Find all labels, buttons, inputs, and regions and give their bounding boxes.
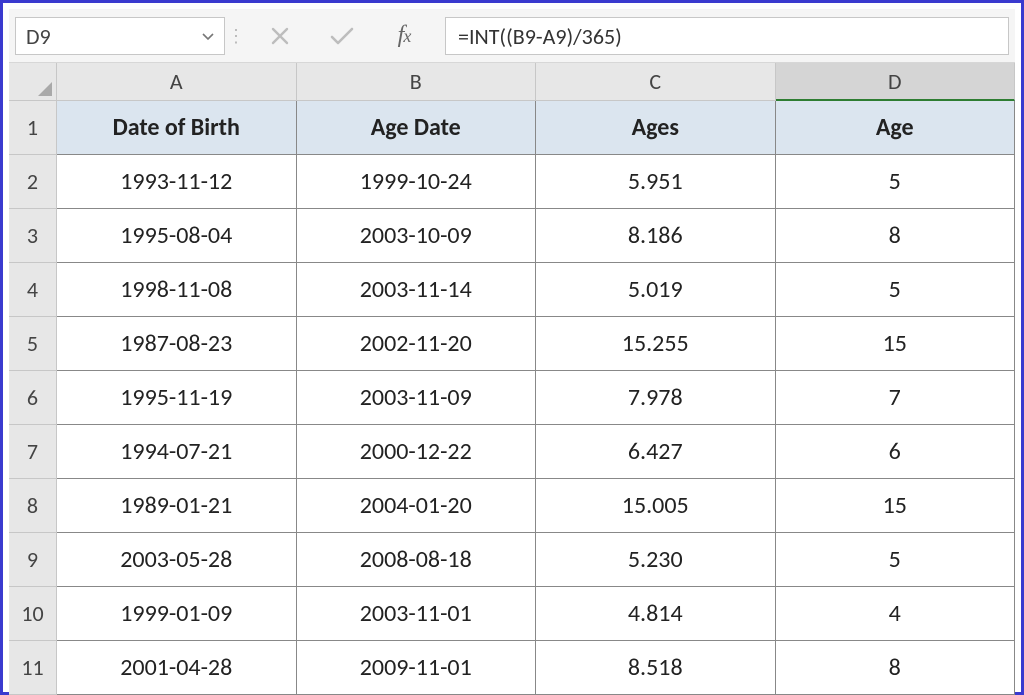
cell[interactable]: 5 bbox=[776, 263, 1016, 317]
cell[interactable]: 2003-11-09 bbox=[297, 371, 537, 425]
table-row: 9 2003-05-28 2008-08-18 5.230 5 bbox=[9, 533, 1015, 587]
table-row: 1 Date of Birth Age Date Ages Age bbox=[9, 101, 1015, 155]
row-header[interactable]: 3 bbox=[9, 209, 57, 263]
cell[interactable]: 4 bbox=[776, 587, 1016, 641]
table-row: 8 1989-01-21 2004-01-20 15.005 15 bbox=[9, 479, 1015, 533]
insert-function-button[interactable]: fx bbox=[387, 19, 421, 53]
cell[interactable]: 15 bbox=[776, 479, 1016, 533]
cell[interactable]: 4.814 bbox=[536, 587, 776, 641]
table-row: 7 1994-07-21 2000-12-22 6.427 6 bbox=[9, 425, 1015, 479]
enter-icon[interactable] bbox=[325, 19, 359, 53]
grid-rows: 1 Date of Birth Age Date Ages Age 2 1993… bbox=[9, 101, 1015, 695]
cell[interactable]: 1989-01-21 bbox=[57, 479, 297, 533]
cell[interactable]: 2003-10-09 bbox=[297, 209, 537, 263]
table-row: 2 1993-11-12 1999-10-24 5.951 5 bbox=[9, 155, 1015, 209]
column-header[interactable]: D bbox=[776, 63, 1016, 101]
cell[interactable]: 1994-07-21 bbox=[57, 425, 297, 479]
chevron-down-icon[interactable] bbox=[202, 28, 214, 45]
fx-icon: fx bbox=[398, 22, 411, 49]
cell[interactable]: 1995-08-04 bbox=[57, 209, 297, 263]
cell[interactable]: 15 bbox=[776, 317, 1016, 371]
cell[interactable]: 1995-11-19 bbox=[57, 371, 297, 425]
cell[interactable]: 8 bbox=[776, 641, 1016, 695]
spreadsheet-grid: A B C D 1 Date of Birth Age Date Ages Ag… bbox=[9, 63, 1015, 695]
cell[interactable]: 5.230 bbox=[536, 533, 776, 587]
cell[interactable]: 5 bbox=[776, 533, 1016, 587]
cell[interactable]: 2001-04-28 bbox=[57, 641, 297, 695]
cell[interactable]: Ages bbox=[536, 101, 776, 155]
column-header[interactable]: B bbox=[297, 63, 537, 101]
table-row: 4 1998-11-08 2003-11-14 5.019 5 bbox=[9, 263, 1015, 317]
row-header[interactable]: 5 bbox=[9, 317, 57, 371]
cell[interactable]: 8.518 bbox=[536, 641, 776, 695]
cell[interactable]: 7.978 bbox=[536, 371, 776, 425]
row-header[interactable]: 9 bbox=[9, 533, 57, 587]
column-header[interactable]: C bbox=[536, 63, 776, 101]
row-header[interactable]: 8 bbox=[9, 479, 57, 533]
select-all-corner[interactable] bbox=[9, 63, 57, 101]
formula-text: =INT((B9-A9)/365) bbox=[458, 23, 622, 50]
table-row: 11 2001-04-28 2009-11-01 8.518 8 bbox=[9, 641, 1015, 695]
table-row: 6 1995-11-19 2003-11-09 7.978 7 bbox=[9, 371, 1015, 425]
table-row: 3 1995-08-04 2003-10-09 8.186 8 bbox=[9, 209, 1015, 263]
row-header[interactable]: 7 bbox=[9, 425, 57, 479]
row-header[interactable]: 4 bbox=[9, 263, 57, 317]
cell[interactable]: 1987-08-23 bbox=[57, 317, 297, 371]
row-header[interactable]: 2 bbox=[9, 155, 57, 209]
formula-bar-buttons: fx bbox=[241, 9, 439, 62]
row-header[interactable]: 11 bbox=[9, 641, 57, 695]
table-row: 5 1987-08-23 2002-11-20 15.255 15 bbox=[9, 317, 1015, 371]
formula-input[interactable]: =INT((B9-A9)/365) bbox=[445, 17, 1009, 55]
cell[interactable]: 1999-10-24 bbox=[297, 155, 537, 209]
cell[interactable]: 1993-11-12 bbox=[57, 155, 297, 209]
cell[interactable]: 5.951 bbox=[536, 155, 776, 209]
cell[interactable]: 2008-08-18 bbox=[297, 533, 537, 587]
column-header[interactable]: A bbox=[57, 63, 297, 101]
column-header-row: A B C D bbox=[9, 63, 1015, 101]
cell[interactable]: 2002-11-20 bbox=[297, 317, 537, 371]
formula-bar: D9 ⋮ fx =INT((B9-A9)/365) bbox=[9, 9, 1015, 63]
cell[interactable]: 2004-01-20 bbox=[297, 479, 537, 533]
cell[interactable]: 15.255 bbox=[536, 317, 776, 371]
cell[interactable]: Age Date bbox=[297, 101, 537, 155]
cell[interactable]: 2003-11-14 bbox=[297, 263, 537, 317]
cell[interactable]: 5.019 bbox=[536, 263, 776, 317]
row-header[interactable]: 10 bbox=[9, 587, 57, 641]
row-header[interactable]: 6 bbox=[9, 371, 57, 425]
cell[interactable]: 8 bbox=[776, 209, 1016, 263]
name-box-value: D9 bbox=[26, 23, 51, 50]
cell[interactable]: 1999-01-09 bbox=[57, 587, 297, 641]
cell[interactable]: 15.005 bbox=[536, 479, 776, 533]
cell[interactable]: 2009-11-01 bbox=[297, 641, 537, 695]
cell[interactable]: 2003-05-28 bbox=[57, 533, 297, 587]
cell[interactable]: 6.427 bbox=[536, 425, 776, 479]
cell[interactable]: 2000-12-22 bbox=[297, 425, 537, 479]
cell[interactable]: Date of Birth bbox=[57, 101, 297, 155]
cell[interactable]: 6 bbox=[776, 425, 1016, 479]
table-row: 10 1999-01-09 2003-11-01 4.814 4 bbox=[9, 587, 1015, 641]
separator-icon: ⋮ bbox=[231, 9, 241, 62]
cell[interactable]: 1998-11-08 bbox=[57, 263, 297, 317]
cell[interactable]: 5 bbox=[776, 155, 1016, 209]
cell[interactable]: 8.186 bbox=[536, 209, 776, 263]
app-inner: D9 ⋮ fx =INT((B9-A9)/365) bbox=[9, 9, 1015, 686]
row-header[interactable]: 1 bbox=[9, 101, 57, 155]
name-box[interactable]: D9 bbox=[15, 17, 225, 55]
app-frame: D9 ⋮ fx =INT((B9-A9)/365) bbox=[0, 0, 1024, 695]
cell[interactable]: 7 bbox=[776, 371, 1016, 425]
cell[interactable]: 2003-11-01 bbox=[297, 587, 537, 641]
cancel-icon[interactable] bbox=[263, 19, 297, 53]
cell[interactable]: Age bbox=[776, 101, 1016, 155]
